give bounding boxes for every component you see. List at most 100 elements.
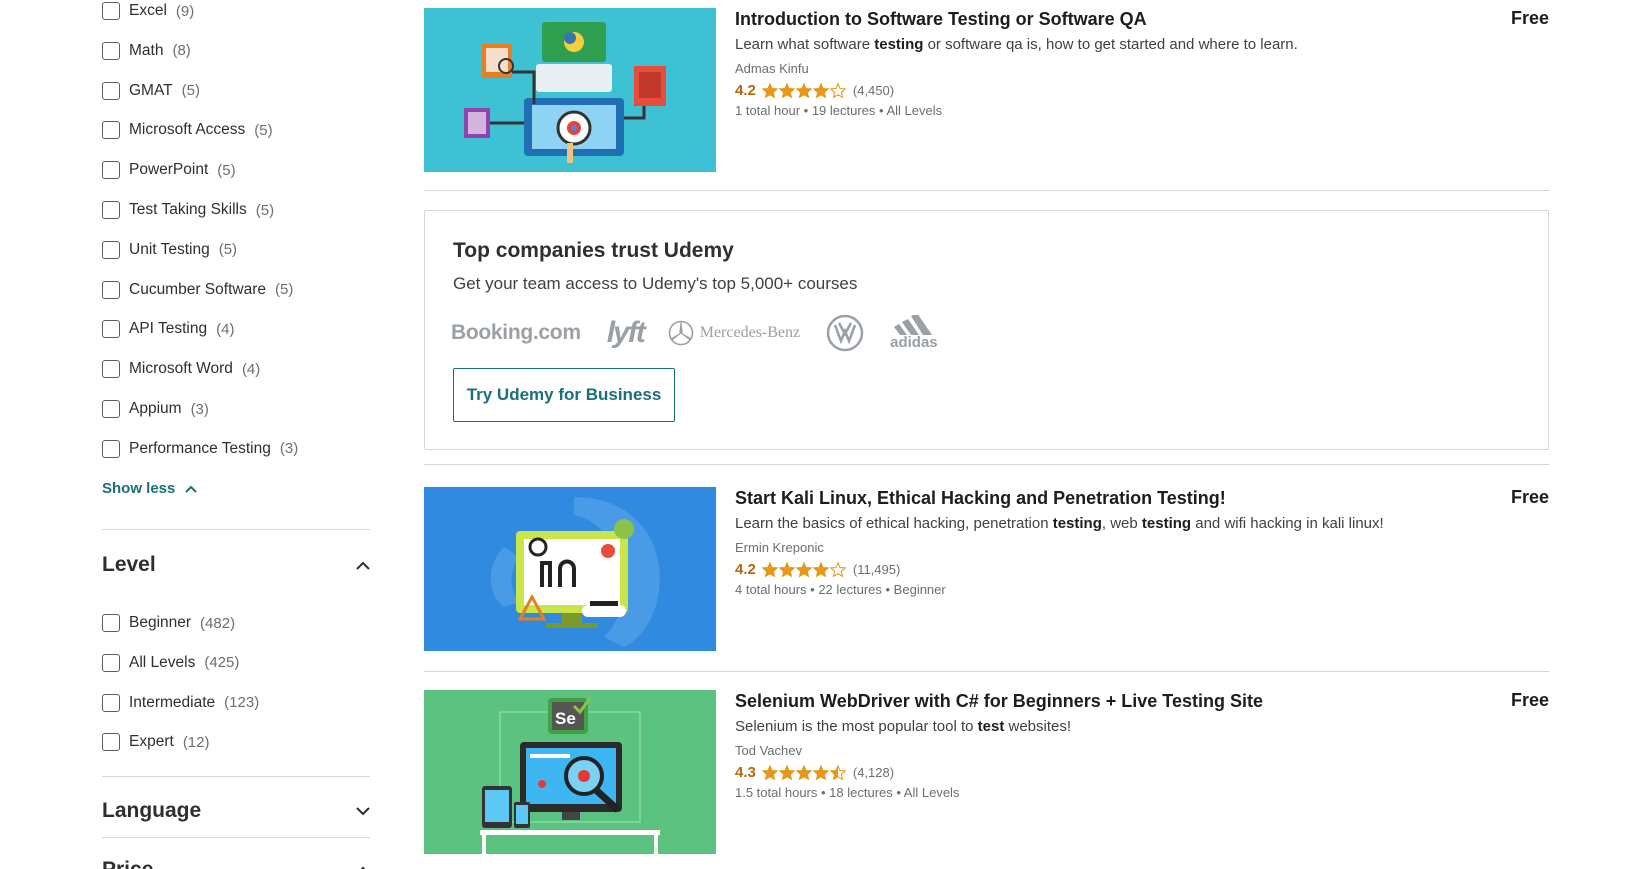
course-rating: 4.2 (4,450)	[735, 80, 1385, 100]
business-promo: Top companies trust Udemy Get your team …	[424, 210, 1549, 450]
language-section-header[interactable]: Language	[102, 796, 370, 826]
star-icon	[812, 82, 829, 98]
checkbox[interactable]	[102, 733, 120, 752]
filter-option-label: Microsoft Access	[129, 121, 246, 139]
checkbox[interactable]	[102, 41, 120, 60]
level-title: Level	[102, 553, 156, 576]
checkbox[interactable]	[102, 653, 120, 672]
course-author: Tod Vachev	[735, 743, 802, 758]
divider	[102, 529, 370, 530]
checkbox[interactable]	[102, 439, 120, 458]
checkbox[interactable]	[102, 360, 120, 379]
checkbox[interactable]	[102, 280, 120, 299]
filter-option-label: Intermediate	[129, 693, 216, 711]
checkbox[interactable]	[102, 320, 120, 339]
course-description: Selenium is the most popular tool to tes…	[735, 718, 1072, 735]
filter-option[interactable]: Cucumber Software (5)	[102, 280, 293, 300]
language-title: Language	[102, 799, 202, 822]
review-count: (4,128)	[852, 764, 895, 780]
checkbox[interactable]	[102, 161, 120, 180]
course-title[interactable]: Introduction to Software Testing or Soft…	[735, 8, 1385, 30]
filter-option-count: (5)	[217, 161, 236, 179]
course-card[interactable]: Start Kali Linux, Ethical Hacking and Pe…	[424, 487, 1549, 651]
checkbox[interactable]	[102, 2, 120, 20]
star-icon	[761, 82, 778, 98]
chevron-up-icon	[185, 485, 198, 493]
filter-option-count: (8)	[172, 42, 191, 60]
filter-option-label: Beginner	[129, 614, 192, 631]
course-thumbnail[interactable]	[424, 8, 716, 172]
filter-option-count: (12)	[182, 733, 210, 751]
promo-subtitle: Get your team access to Udemy's top 5,00…	[453, 274, 858, 293]
checkbox[interactable]	[102, 201, 120, 219]
checkbox[interactable]	[102, 81, 120, 100]
filter-option[interactable]: Test Taking Skills (5)	[102, 200, 274, 220]
show-less-button[interactable]: Show less	[102, 480, 198, 497]
filter-option-count: (4)	[216, 320, 235, 338]
filter-option[interactable]: Excel (9)	[102, 1, 194, 21]
divider	[424, 671, 1549, 672]
course-title[interactable]: Start Kali Linux, Ethical Hacking and Pe…	[735, 487, 1385, 509]
course-author: Admas Kinfu	[735, 61, 809, 76]
star-icon	[761, 764, 778, 780]
level-section-header[interactable]: Level	[102, 550, 370, 580]
filter-option-count: (5)	[254, 121, 273, 139]
filter-option-label: Excel	[129, 2, 167, 19]
filter-option[interactable]: Appium (3)	[102, 399, 209, 419]
checkbox[interactable]	[102, 693, 120, 712]
adidas-logo: adidas	[890, 315, 938, 351]
course-meta: 1 total hour • 19 lectures • All Levels	[735, 103, 943, 118]
filter-option[interactable]: Performance Testing (3)	[102, 439, 298, 459]
course-title[interactable]: Selenium WebDriver with C# for Beginners…	[735, 690, 1385, 712]
selenium-illustration: Se	[424, 690, 716, 854]
star-icon	[795, 561, 812, 577]
filter-option-count: (3)	[279, 440, 299, 458]
kali-linux-illustration	[424, 487, 716, 651]
filter-option-label: Microsoft Word	[129, 360, 233, 378]
course-rating: 4.2 (11,495)	[735, 559, 1385, 579]
price-title: Price	[102, 858, 153, 869]
course-thumbnail[interactable]	[424, 487, 716, 651]
course-price: Free	[1510, 690, 1549, 710]
filter-option[interactable]: GMAT (5)	[102, 81, 200, 101]
svg-text:Se: Se	[555, 709, 576, 728]
checkbox[interactable]	[102, 240, 120, 259]
try-business-button[interactable]: Try Udemy for Business	[453, 368, 675, 422]
filter-option-label: GMAT	[129, 81, 173, 99]
course-info: Selenium WebDriver with C# for Beginners…	[735, 690, 1385, 800]
star-icon	[778, 561, 795, 577]
filter-option-count: (5)	[218, 241, 238, 259]
checkbox[interactable]	[102, 400, 120, 418]
divider	[102, 837, 370, 838]
filter-option-count: (9)	[175, 2, 195, 20]
filter-option[interactable]: Microsoft Word (4)	[102, 359, 260, 379]
filter-option-count: (425)	[204, 654, 240, 672]
filter-option[interactable]: Math (8)	[102, 41, 191, 61]
price-section-header[interactable]: Price	[102, 855, 370, 869]
divider	[424, 190, 1549, 191]
filter-option-label: Performance Testing	[129, 439, 271, 457]
filter-option-label: Appium	[129, 400, 182, 417]
course-price: Free	[1510, 487, 1549, 507]
filter-option[interactable]: Expert (12)	[102, 732, 210, 752]
filter-option[interactable]: API Testing (4)	[102, 319, 234, 339]
filter-option[interactable]: Unit Testing (5)	[102, 240, 237, 260]
filter-option[interactable]: Intermediate (123)	[102, 693, 259, 713]
filter-option-count: (482)	[200, 614, 236, 632]
filter-option[interactable]: Microsoft Access (5)	[102, 120, 273, 140]
software-testing-illustration	[424, 8, 716, 172]
filter-option[interactable]: All Levels (425)	[102, 653, 239, 673]
filter-option-count: (3)	[190, 400, 209, 418]
filter-option-count: (123)	[224, 694, 260, 712]
filter-option[interactable]: PowerPoint (5)	[102, 160, 236, 180]
filter-option-label: PowerPoint	[129, 161, 209, 179]
course-card[interactable]: Introduction to Software Testing or Soft…	[424, 8, 1549, 172]
divider	[424, 464, 1549, 465]
star-icon	[761, 561, 778, 577]
filter-option[interactable]: Beginner (482)	[102, 613, 235, 633]
checkbox[interactable]	[102, 121, 120, 140]
course-thumbnail[interactable]: Se	[424, 690, 716, 854]
filter-option-count: (5)	[181, 82, 200, 100]
checkbox[interactable]	[102, 614, 120, 632]
course-card[interactable]: Se Selenium WebDriver with C# for Beginn…	[424, 690, 1549, 854]
